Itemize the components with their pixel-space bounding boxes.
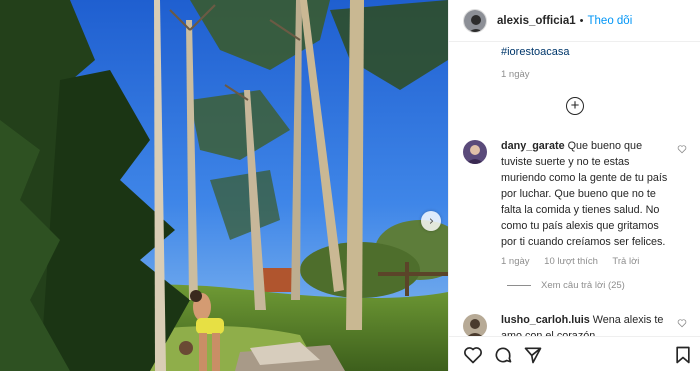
comment-username[interactable]: dany_garate xyxy=(501,140,565,152)
share-icon[interactable] xyxy=(523,345,543,365)
post-photo[interactable]: › xyxy=(0,0,448,371)
post-sidebar: alexis_officia1 • Theo dõi #iorestoacasa… xyxy=(448,0,700,371)
comment-avatar[interactable] xyxy=(463,140,487,164)
divider xyxy=(507,285,531,286)
view-replies-button[interactable]: Xem câu trả lời (25) xyxy=(507,280,625,291)
avatar-image xyxy=(463,314,487,336)
avatar-image xyxy=(464,9,486,32)
plus-icon: + xyxy=(570,97,580,114)
avatar[interactable] xyxy=(463,8,487,33)
separator: • xyxy=(579,14,584,27)
load-more-comments-button[interactable]: + xyxy=(566,97,584,115)
avatar-image xyxy=(463,140,487,164)
post-image xyxy=(0,0,448,371)
comment-meta: 1 ngày 10 lượt thích Trả lời xyxy=(501,256,651,267)
caption-hashtag[interactable]: #iorestoacasa xyxy=(501,46,570,58)
comment-item: dany_garate Que bueno que tuviste suerte … xyxy=(463,140,693,336)
post-header: alexis_officia1 • Theo dõi xyxy=(449,0,700,42)
comment-text: Que bueno que tuviste suerte y no te est… xyxy=(501,140,668,248)
bookmark-icon[interactable] xyxy=(673,345,693,365)
comment-avatar[interactable] xyxy=(463,314,487,336)
post-author-username[interactable]: alexis_officia1 xyxy=(497,15,576,27)
comment-text-block: lusho_carloh.luis Wena alexis te amo con … xyxy=(501,312,673,336)
comment-time: 1 ngày xyxy=(501,256,530,267)
reply-button[interactable]: Trả lời xyxy=(612,256,639,267)
comment-likes[interactable]: 10 lượt thích xyxy=(544,256,598,267)
view-replies-label: Xem câu trả lời (25) xyxy=(541,280,625,291)
comments-list[interactable]: #iorestoacasa 1 ngày + dany_garate Que bu… xyxy=(449,42,700,336)
heart-icon[interactable] xyxy=(677,318,687,328)
heart-icon[interactable] xyxy=(677,144,687,154)
follow-button[interactable]: Theo dõi xyxy=(588,15,633,27)
heart-icon[interactable] xyxy=(463,345,483,365)
comment-item: lusho_carloh.luis Wena alexis te amo con … xyxy=(463,314,693,336)
action-bar xyxy=(449,336,700,371)
comment-username[interactable]: lusho_carloh.luis xyxy=(501,314,590,326)
comment-icon[interactable] xyxy=(493,345,513,365)
chevron-right-icon: › xyxy=(428,213,435,229)
caption-time: 1 ngày xyxy=(501,69,530,80)
comment-text-block: dany_garate Que bueno que tuviste suerte … xyxy=(501,138,673,250)
carousel-next-button[interactable]: › xyxy=(421,211,441,231)
